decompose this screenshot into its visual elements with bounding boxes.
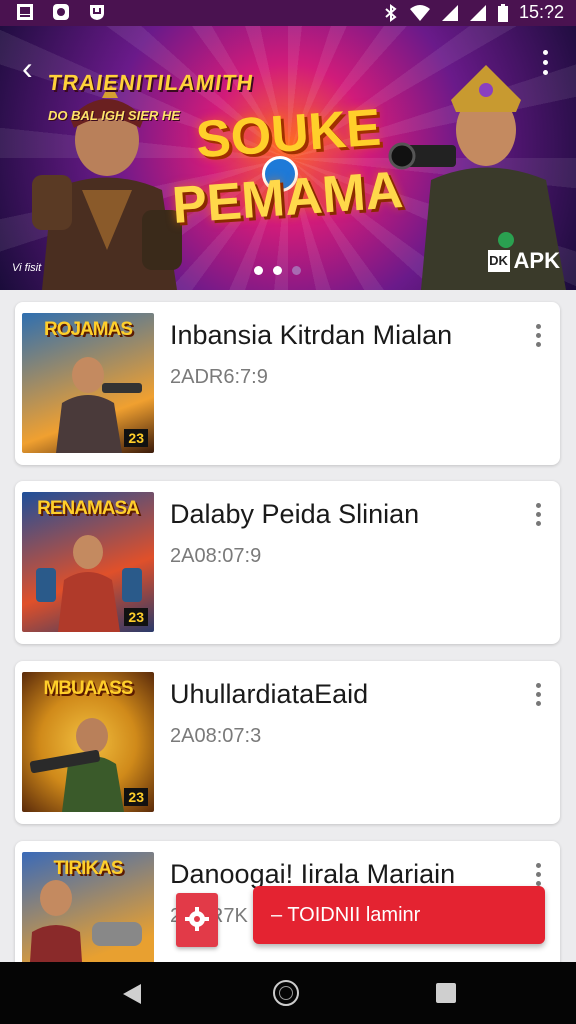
carousel-dot[interactable] <box>292 266 301 275</box>
nav-recents-icon[interactable] <box>436 983 456 1003</box>
post-thumbnail[interactable]: MBUAASS 23 <box>22 672 154 812</box>
status-time: 15:?2 <box>518 2 564 22</box>
wifi-icon <box>409 4 430 21</box>
thumbnail-title: ROJAMAS <box>43 319 133 340</box>
status-bar: 15:?2 <box>0 0 576 26</box>
thumbnail-badge: 23 <box>124 608 148 626</box>
thumbnail-badge: 23 <box>124 788 148 806</box>
hero-subtitle: TRAIENITILAMITH <box>46 70 256 95</box>
post-title[interactable]: Inbansia Kitrdan Mialan <box>170 320 452 351</box>
bluetooth-icon <box>385 3 397 22</box>
post-thumbnail[interactable]: ROJAMAS 23 <box>22 313 154 453</box>
post-date: 2ADR6:7:9 <box>170 366 268 388</box>
system-navigation-bar <box>0 962 576 1024</box>
list-item[interactable]: ROJAMAS 23 Inbansia Kitrdan Mialan 2ADR6… <box>15 302 560 465</box>
hero-title-line-2: PEMAMA <box>170 161 406 235</box>
signal-secondary-icon <box>469 4 486 21</box>
apk-label: APK <box>513 248 560 273</box>
post-date: 2A08:07:3 <box>170 725 262 747</box>
hero-watermark: Vi fisit <box>12 262 42 274</box>
battery-icon <box>497 3 508 22</box>
primary-action-button[interactable]: – TOIDNII laminr <box>253 886 545 944</box>
carousel-dot-active[interactable] <box>273 266 282 275</box>
post-more-icon[interactable] <box>534 683 542 713</box>
post-date: 2A08:07:9 <box>170 545 262 567</box>
apk-badge: DK APK <box>487 248 560 274</box>
thumbnail-title: RENAMASA <box>37 498 140 519</box>
post-title[interactable]: Dalaby Peida Slinian <box>170 499 419 530</box>
settings-fab-button[interactable] <box>176 893 218 947</box>
carousel-dot[interactable] <box>254 266 263 275</box>
thumbnail-title: TIRIKAS <box>53 858 124 879</box>
post-more-icon[interactable] <box>534 503 542 533</box>
apk-icon: DK <box>487 250 510 272</box>
hero-title-line-1: SOUKE <box>193 98 383 170</box>
signal-icon <box>441 4 458 21</box>
shield-notification-icon <box>90 5 104 20</box>
carousel-indicator[interactable] <box>254 266 301 275</box>
list-item[interactable]: MBUAASS 23 UhullardiataEaid 2A08:07:3 <box>15 661 560 824</box>
gallery-notification-icon <box>17 4 33 20</box>
hero-banner[interactable]: ‹ TRAIENITILAMITH DO BAL IGH SIER HE SOU… <box>0 26 576 290</box>
list-item[interactable]: RENAMASA 23 Dalaby Peida Slinian 2A08:07… <box>15 481 560 644</box>
gear-icon <box>185 907 209 931</box>
post-title[interactable]: UhullardiataEaid <box>170 679 368 710</box>
post-thumbnail[interactable]: RENAMASA 23 <box>22 492 154 632</box>
nav-back-icon[interactable] <box>121 982 143 1006</box>
more-options-icon[interactable] <box>540 50 550 80</box>
thumbnail-title: MBUAASS <box>43 678 133 699</box>
thumbnail-badge: 23 <box>124 429 148 447</box>
app-notification-icon <box>53 4 69 20</box>
post-more-icon[interactable] <box>534 324 542 354</box>
nav-home-icon[interactable] <box>273 980 299 1006</box>
